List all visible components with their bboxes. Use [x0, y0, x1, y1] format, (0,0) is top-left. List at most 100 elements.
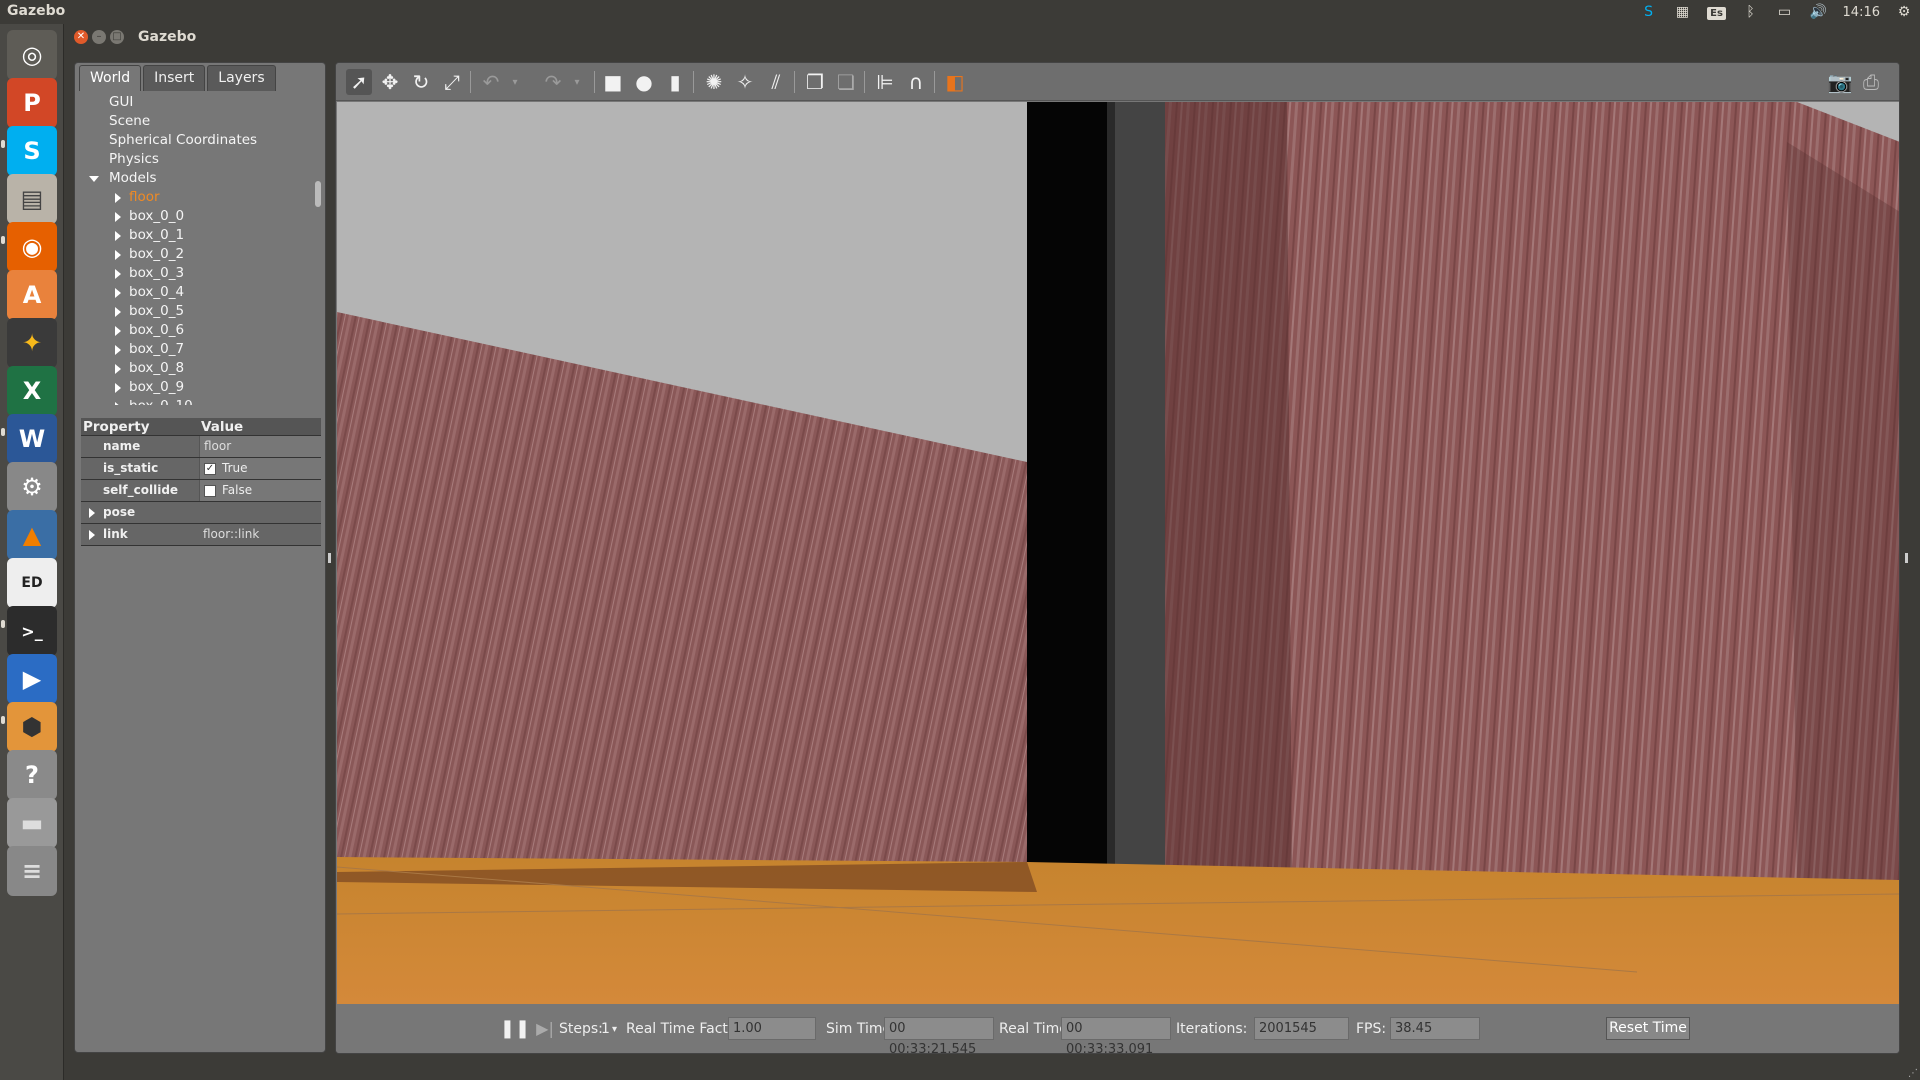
point-light-icon[interactable]: ✺ — [701, 69, 727, 95]
redo-icon[interactable]: ↷ — [540, 69, 566, 95]
steps-dropdown-icon[interactable]: ▾ — [612, 1024, 617, 1035]
pinwheel-app-icon[interactable]: ✦ — [7, 318, 57, 368]
tab-insert[interactable]: Insert — [143, 65, 206, 91]
word-icon[interactable]: W — [7, 414, 57, 464]
tree-item-model[interactable]: box_0_9 — [79, 378, 323, 397]
3d-scene-render[interactable] — [336, 102, 1900, 1004]
tree-item-model[interactable]: box_0_5 — [79, 302, 323, 321]
is-static-checkbox[interactable]: ✓ — [204, 462, 216, 475]
tab-layers[interactable]: Layers — [207, 65, 276, 91]
property-group-pose[interactable]: pose — [81, 502, 321, 524]
select-arrow-icon[interactable]: ➚ — [346, 69, 372, 95]
close-window-button[interactable]: ✕ — [74, 30, 88, 44]
tab-world[interactable]: World — [79, 65, 142, 91]
rotate-icon[interactable]: ↻ — [408, 69, 434, 95]
tree-item-model[interactable]: box_0_10 — [79, 397, 323, 405]
reset-time-button[interactable]: Reset Time — [1606, 1017, 1690, 1040]
step-icon[interactable]: ▶| — [532, 1015, 558, 1041]
document-editor-icon[interactable]: ED — [7, 558, 57, 608]
tree-item-model[interactable]: floor — [79, 188, 323, 207]
collapsed-arrow-icon[interactable] — [115, 288, 121, 298]
tree-item-model[interactable]: box_0_7 — [79, 340, 323, 359]
tree-item-scene[interactable]: Scene — [79, 112, 323, 131]
tree-item-model[interactable]: box_0_6 — [79, 321, 323, 340]
gazebo-icon[interactable]: ⬢ — [7, 702, 57, 752]
collapsed-arrow-icon[interactable] — [115, 231, 121, 241]
minimize-window-button[interactable]: – — [92, 30, 106, 44]
collapsed-arrow-icon[interactable] — [115, 345, 121, 355]
steps-value[interactable]: 1 — [601, 1021, 610, 1037]
align-icon[interactable]: ⊫ — [872, 69, 898, 95]
directional-light-icon[interactable]: ⫽ — [763, 69, 789, 95]
tree-item-model[interactable]: box_0_8 — [79, 359, 323, 378]
battery-icon[interactable]: ▭ — [1775, 4, 1795, 20]
scale-icon[interactable]: ⤢ — [439, 69, 465, 95]
log-icon[interactable]: ⎙ — [1858, 69, 1884, 95]
cylinder-shape-icon[interactable]: ▮ — [662, 69, 688, 95]
ubuntu-dash-icon[interactable]: ◎ — [7, 30, 57, 80]
pause-icon[interactable]: ❚❚ — [500, 1015, 530, 1041]
collapsed-arrow-icon[interactable] — [115, 402, 121, 405]
view-angle-icon[interactable]: ◧ — [942, 69, 968, 95]
expand-arrow-icon[interactable] — [89, 530, 95, 540]
tree-item-gui[interactable]: GUI — [79, 93, 323, 112]
drive-icon[interactable]: ▬ — [7, 798, 57, 848]
collapsed-arrow-icon[interactable] — [115, 212, 121, 222]
excel-icon[interactable]: X — [7, 366, 57, 416]
splitter-handle-right[interactable] — [1905, 553, 1908, 563]
help-icon[interactable]: ? — [7, 750, 57, 800]
firefox-icon[interactable]: ◉ — [7, 222, 57, 272]
collapsed-arrow-icon[interactable] — [115, 364, 121, 374]
collapsed-arrow-icon[interactable] — [115, 250, 121, 260]
collapsed-arrow-icon[interactable] — [115, 269, 121, 279]
matlab-icon[interactable]: ▲ — [7, 510, 57, 560]
tree-item-model[interactable]: box_0_4 — [79, 283, 323, 302]
keyboard-layout-indicator[interactable]: Es — [1707, 4, 1727, 20]
system-settings-icon[interactable]: ⚙ — [7, 462, 57, 512]
skype-icon[interactable]: S — [7, 126, 57, 176]
file-manager-icon[interactable]: ▤ — [7, 174, 57, 224]
clock[interactable]: 14:16 — [1843, 5, 1880, 20]
skype-tray-icon[interactable]: S — [1639, 4, 1659, 20]
collapsed-arrow-icon[interactable] — [115, 307, 121, 317]
box-shape-icon[interactable]: ■ — [600, 69, 626, 95]
snap-icon[interactable]: ∩ — [903, 69, 929, 95]
expand-arrow-icon[interactable] — [89, 508, 95, 518]
copy-icon[interactable]: ❐ — [802, 69, 828, 95]
property-group-link[interactable]: link floor::link — [81, 524, 321, 546]
undo-icon[interactable]: ↶ — [478, 69, 504, 95]
splitter-handle-left[interactable] — [328, 553, 331, 563]
translate-icon[interactable]: ✥ — [377, 69, 403, 95]
paste-icon[interactable]: ❏ — [833, 69, 859, 95]
resize-grip-icon[interactable]: ⋰ — [1908, 1068, 1918, 1079]
trash-icon[interactable]: ≡ — [7, 846, 57, 896]
terminal-icon[interactable]: >_ — [7, 606, 57, 656]
tree-scrollbar[interactable] — [315, 181, 321, 207]
powerpoint-icon[interactable]: P — [7, 78, 57, 128]
tree-item-physics[interactable]: Physics — [79, 150, 323, 169]
collapsed-arrow-icon[interactable] — [115, 383, 121, 393]
software-center-icon[interactable]: A — [7, 270, 57, 320]
tree-item-spherical-coordinates[interactable]: Spherical Coordinates — [79, 131, 323, 150]
workspaces-icon[interactable]: ▦ — [1673, 4, 1693, 20]
media-player-icon[interactable]: ▶ — [7, 654, 57, 704]
sphere-shape-icon[interactable]: ● — [631, 69, 657, 95]
tree-item-model[interactable]: box_0_2 — [79, 245, 323, 264]
collapsed-arrow-icon[interactable] — [115, 193, 121, 203]
undo-dropdown-icon[interactable]: ▾ — [502, 69, 528, 95]
property-value-name[interactable]: floor — [199, 436, 321, 457]
tree-item-models[interactable]: Models — [79, 169, 323, 188]
tree-item-model[interactable]: box_0_3 — [79, 264, 323, 283]
spot-light-icon[interactable]: ✧ — [732, 69, 758, 95]
expanded-arrow-icon[interactable] — [89, 176, 99, 182]
3d-viewport[interactable] — [336, 102, 1900, 1004]
maximize-window-button[interactable]: □ — [110, 30, 124, 44]
bluetooth-icon[interactable]: ᛒ — [1741, 4, 1761, 20]
tree-item-model[interactable]: box_0_0 — [79, 207, 323, 226]
redo-dropdown-icon[interactable]: ▾ — [564, 69, 590, 95]
self-collide-checkbox[interactable] — [204, 484, 216, 497]
tree-item-model[interactable]: box_0_1 — [79, 226, 323, 245]
collapsed-arrow-icon[interactable] — [115, 326, 121, 336]
volume-icon[interactable]: 🔊 — [1809, 4, 1829, 20]
settings-gear-icon[interactable]: ⚙ — [1894, 4, 1914, 20]
